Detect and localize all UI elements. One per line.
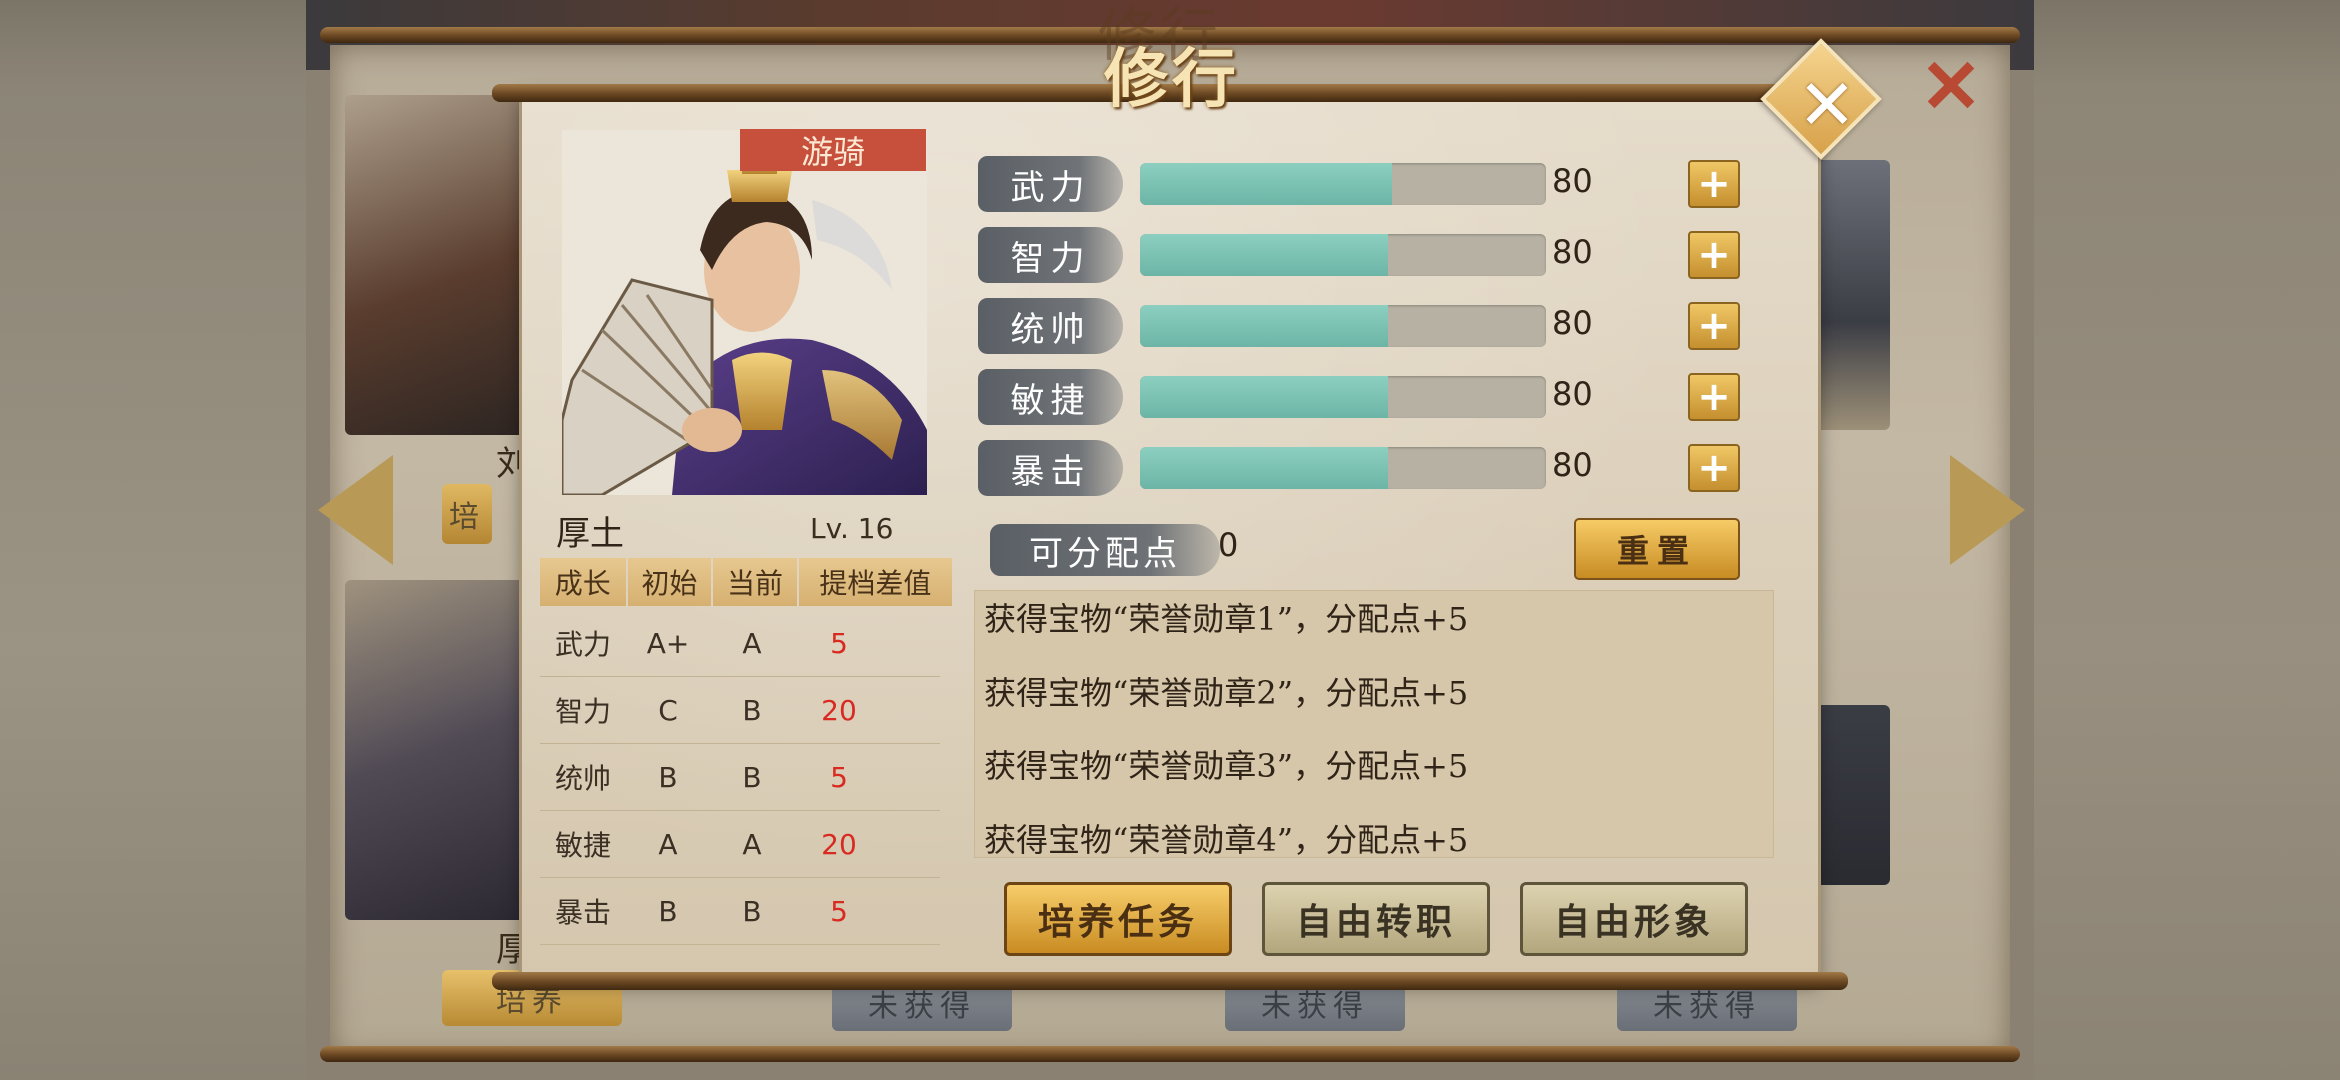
dialog-title: 修行 [1104,42,1240,117]
attr-bar-fill [1140,376,1388,418]
attr-label-critical: 暴击 [978,440,1123,496]
close-icon[interactable]: ✕ [1784,62,1870,148]
hero-name: 厚土 [556,514,624,554]
log-entry: 获得宝物“荣誉勋章1”，分配点+5 [984,600,1469,638]
attr-value: 80 [1552,304,1593,342]
growth-initial: C [658,693,678,727]
attr-bar [1140,305,1546,347]
free-appearance-button[interactable]: 自由形象 [1520,882,1748,956]
dialog-rod-bottom [492,972,1848,990]
growth-row: 统帅 B B 5 [540,744,940,811]
attr-value: 80 [1552,446,1593,484]
attr-bar-fill [1140,305,1388,347]
growth-stat: 敏捷 [554,829,611,862]
close-icon[interactable]: ✕ [1920,50,1982,124]
hero-card-background[interactable] [1810,160,1890,430]
header-current: 当前 [713,558,797,606]
growth-diff: 5 [830,760,848,794]
growth-initial: B [658,760,678,794]
hero-card-background[interactable] [345,95,525,435]
log-entry: 获得宝物“荣誉勋章2”，分配点+5 [984,674,1469,712]
header-growth: 成长 [540,558,626,606]
log-entry: 获得宝物“荣誉勋章4”，分配点+5 [984,821,1469,859]
growth-diff: 20 [821,827,857,861]
background-right [2034,0,2340,1080]
growth-diff: 20 [821,693,857,727]
attr-bar-fill [1140,447,1388,489]
growth-diff: 5 [830,894,848,928]
attr-bar-fill [1140,163,1392,205]
attr-label-command: 统帅 [978,298,1123,354]
attr-bar [1140,163,1546,205]
training-task-button[interactable]: 培养任务 [1004,882,1232,956]
attr-value: 80 [1552,233,1593,271]
attr-label-intelligence: 智力 [978,227,1123,283]
arrow-left-icon[interactable] [318,455,393,565]
growth-stat: 暴击 [554,896,611,929]
growth-stat: 武力 [554,628,611,661]
plus-icon[interactable]: + [1688,231,1740,279]
allocatable-points-value: 0 [1218,526,1239,564]
attr-value: 80 [1552,375,1593,413]
train-button-label: 培 [449,500,485,535]
arrow-right-icon[interactable] [1950,455,2025,565]
growth-stat: 智力 [554,695,611,728]
background-left [0,0,306,1080]
attr-bar [1140,376,1546,418]
attr-label-agility: 敏捷 [978,369,1123,425]
plus-icon[interactable]: + [1688,373,1740,421]
growth-initial: A+ [646,626,690,660]
scroll-rod-bottom [320,1046,2020,1062]
train-button-background[interactable]: 培 [442,484,492,544]
growth-diff: 5 [830,626,848,660]
attr-bar-fill [1140,234,1388,276]
header-diff: 提档差值 [798,558,953,606]
growth-current: B [742,693,762,727]
allocatable-points-label: 可分配点 [990,524,1220,576]
growth-initial: A [658,827,678,861]
hero-portrait [562,130,927,495]
header-initial: 初始 [627,558,712,606]
growth-row: 武力 A+ A 5 [540,610,940,677]
attr-bar [1140,447,1546,489]
hero-card-background[interactable] [1810,705,1890,885]
growth-stat: 统帅 [554,762,611,795]
plus-icon[interactable]: + [1688,160,1740,208]
attr-bar [1140,234,1546,276]
growth-current: B [742,894,762,928]
attr-value: 80 [1552,162,1593,200]
plus-icon[interactable]: + [1688,302,1740,350]
reset-button[interactable]: 重置 [1574,518,1740,580]
growth-current: A [742,827,762,861]
free-job-change-button[interactable]: 自由转职 [1262,882,1490,956]
growth-row: 暴击 B B 5 [540,878,940,945]
growth-current: B [742,760,762,794]
class-badge: 游骑 [740,129,926,171]
growth-current: A [742,626,762,660]
log-entry: 获得宝物“荣誉勋章3”，分配点+5 [984,747,1469,785]
growth-row: 智力 C B 20 [540,677,940,744]
hero-card-background[interactable] [345,580,525,920]
hero-level: Lv. 16 [810,512,894,545]
plus-icon[interactable]: + [1688,444,1740,492]
growth-table-header: 成长 初始 当前 提档差值 [540,558,954,606]
attr-label-strength: 武力 [978,156,1123,212]
growth-initial: B [658,894,678,928]
growth-row: 敏捷 A A 20 [540,811,940,878]
